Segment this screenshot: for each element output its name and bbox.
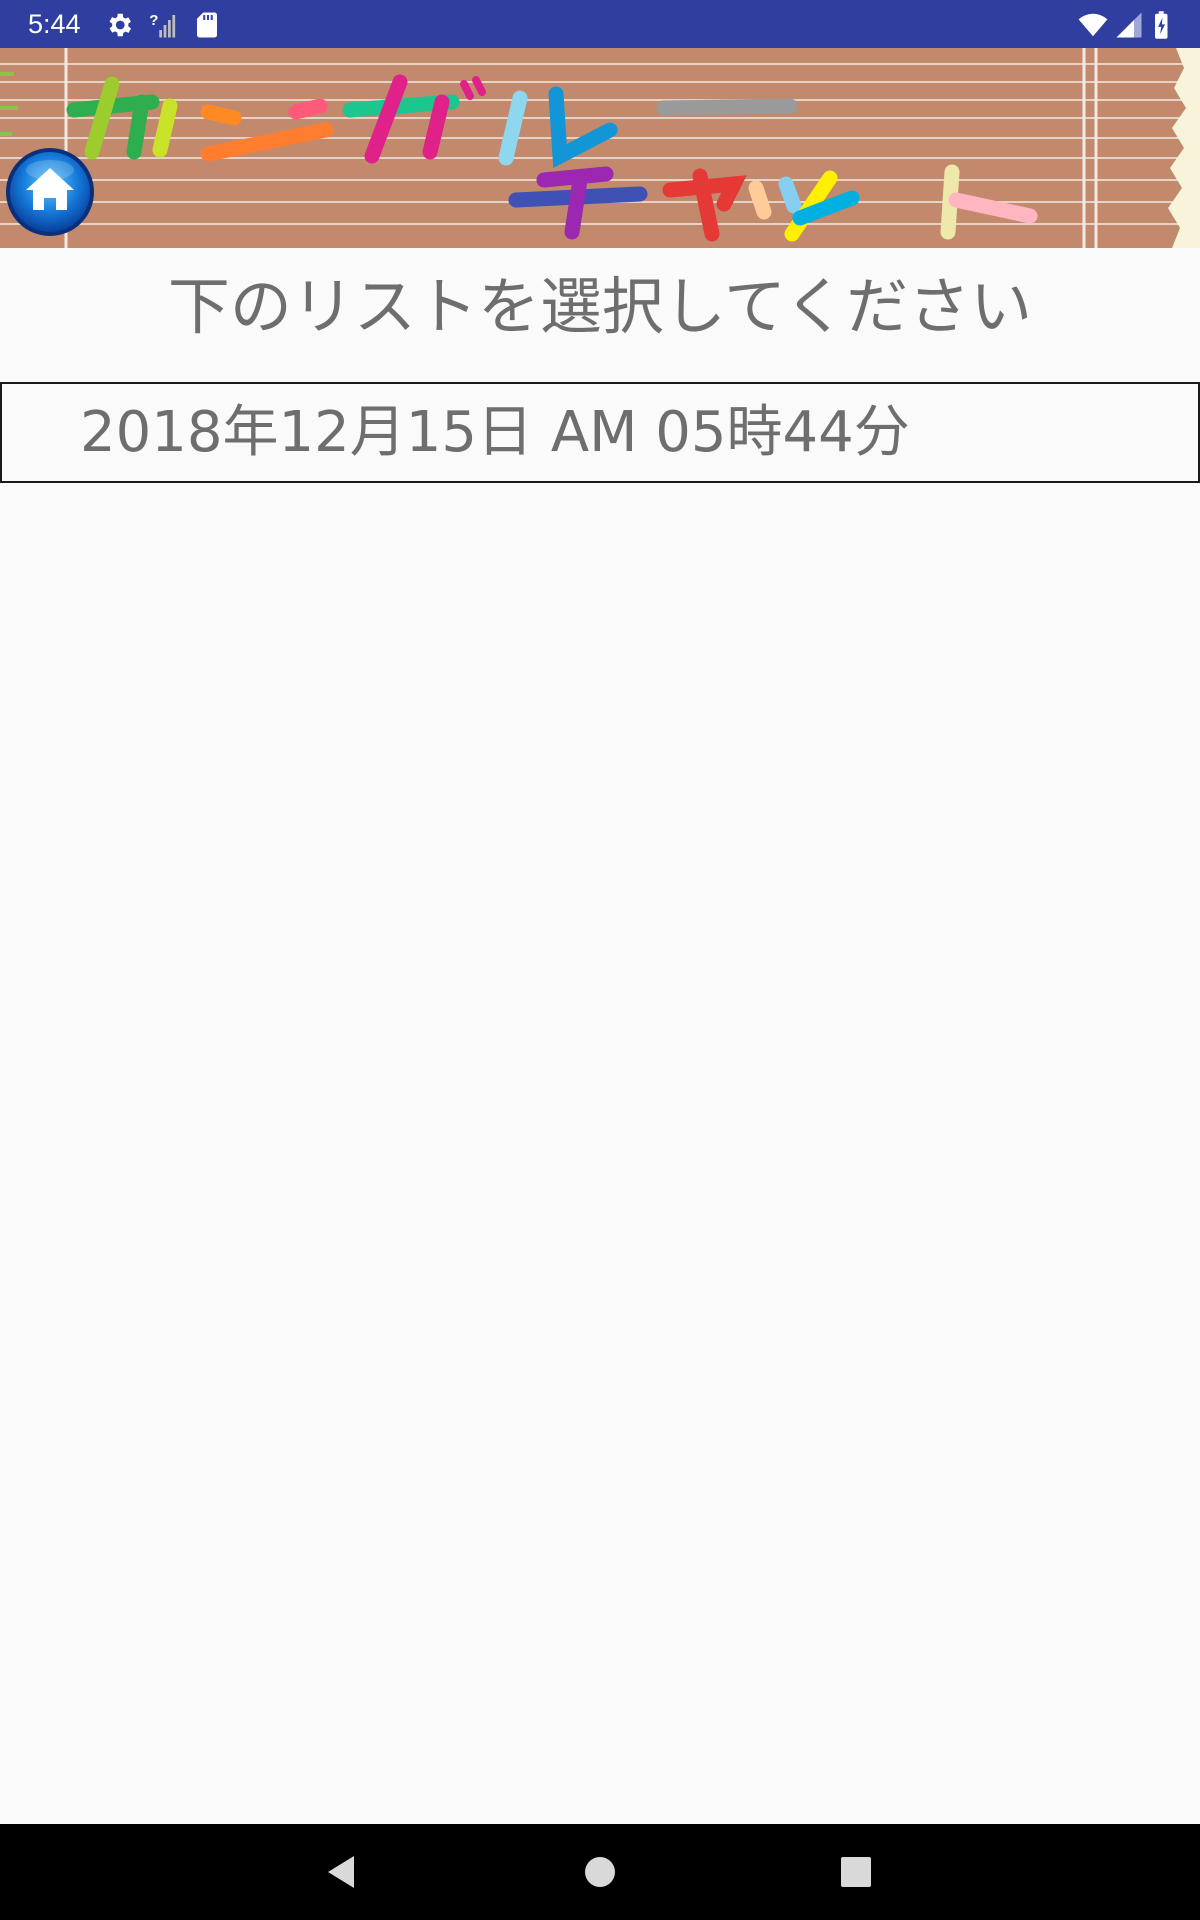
no-sim-signal-icon: ? [149,12,176,38]
list-item-label: 2018年12月15日 AM 05時44分 [80,400,910,465]
sd-card-icon [197,12,217,38]
kangaroo-chat-logo [0,48,1200,248]
chat-history-list: 2018年12月15日 AM 05時44分 [0,382,1200,483]
home-icon [6,148,94,236]
navigation-bar [0,1824,1200,1920]
settings-icon [109,13,131,37]
recents-square-icon[interactable] [832,1848,880,1896]
cell-signal-icon [1116,12,1142,38]
home-button[interactable] [4,146,96,238]
status-time: 5:44 [28,9,81,39]
svg-text:?: ? [149,12,158,29]
instruction-text: 下のリストを選択してください [167,270,1033,343]
back-triangle-icon[interactable] [318,1848,366,1896]
home-circle-icon[interactable] [576,1848,624,1896]
list-item[interactable]: 2018年12月15日 AM 05時44分 [0,382,1200,483]
wifi-icon [1078,13,1108,37]
battery-charging-icon [1155,11,1168,39]
header-banner [0,48,1200,248]
status-bar: 5:44 ? [0,0,1200,48]
